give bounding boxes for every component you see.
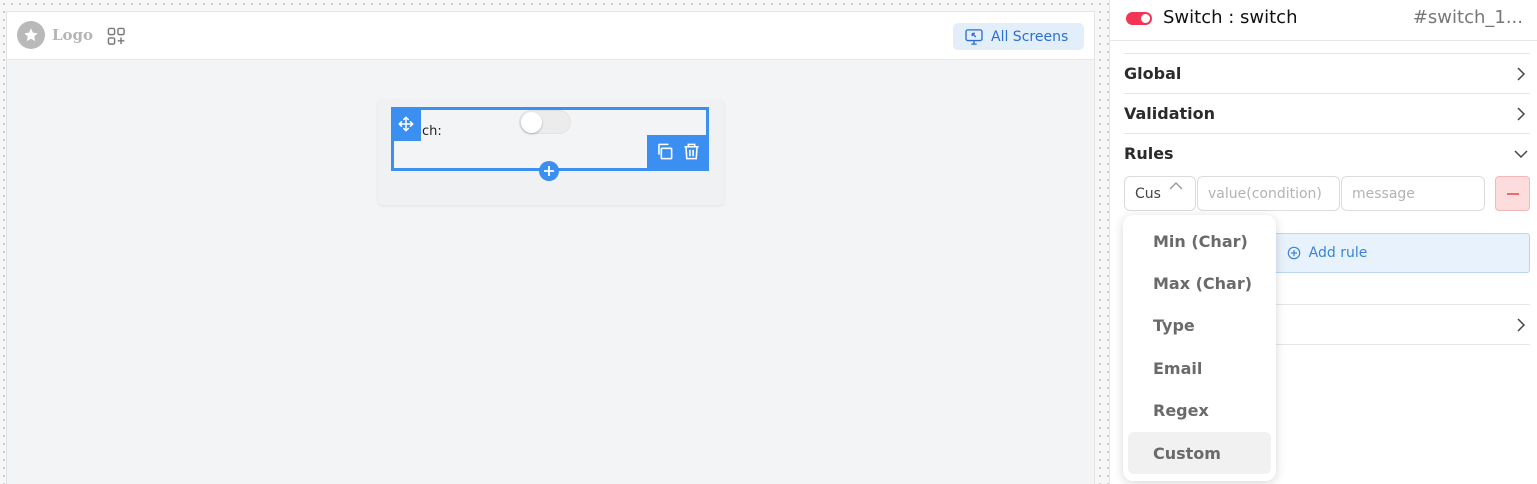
monitor-icon [965,28,983,45]
all-screens-button[interactable]: All Screens [953,23,1084,50]
section-validation-title: Validation [1124,104,1216,123]
chevron-right-icon [1517,317,1526,332]
rule-message-input[interactable] [1341,176,1485,211]
dropdown-option-custom[interactable]: Custom [1128,431,1271,475]
panel-header: Switch : switch #switch_1... [1110,0,1537,41]
dropdown-option-min-char[interactable]: Min (Char) [1128,220,1271,262]
rule-type-dropdown: Min (Char) Max (Char) Type Email Regex C… [1123,215,1276,481]
dropdown-option-max-char[interactable]: Max (Char) [1128,262,1271,304]
dropdown-option-regex[interactable]: Regex [1128,390,1271,432]
chevron-right-icon [1517,106,1526,121]
star-icon [17,21,45,49]
add-component-button[interactable] [539,161,559,181]
plus-icon [544,166,554,176]
selected-component[interactable]: ch: [391,107,709,181]
component-title: Switch : switch [1163,7,1298,28]
add-apps-icon[interactable] [107,27,126,46]
preview-topbar: Logo All Screens [7,12,1094,60]
chevron-up-icon [1169,182,1183,190]
minus-icon [1506,192,1519,195]
rule-type-select[interactable]: Cus [1124,176,1196,211]
dropdown-option-type[interactable]: Type [1128,305,1271,347]
logo: Logo [17,21,93,49]
switch-type-icon [1126,12,1152,25]
copy-icon[interactable] [655,142,674,165]
switch-field-label: ch: [422,124,442,139]
section-rules[interactable]: Rules [1124,133,1530,173]
component-actions [647,135,709,171]
rule-row: Cus [1124,176,1530,211]
component-id: #switch_1... [1412,7,1523,28]
move-icon[interactable] [391,107,421,141]
chevron-down-icon [1514,149,1528,158]
trash-icon[interactable] [682,142,701,165]
section-rules-title: Rules [1124,144,1174,163]
rule-type-value: Cus [1135,185,1161,202]
add-rule-label: Add rule [1308,245,1368,261]
preview-canvas: Logo All Screens ch: [6,11,1095,484]
form-card: ch: [378,99,724,205]
switch-toggle[interactable] [519,110,571,134]
logo-text: Logo [52,26,94,44]
chevron-right-icon [1517,66,1526,81]
section-global-title: Global [1124,64,1182,83]
all-screens-label: All Screens [991,28,1069,45]
rule-value-input[interactable] [1197,176,1340,211]
remove-rule-button[interactable] [1495,176,1530,211]
dropdown-option-email[interactable]: Email [1128,347,1271,389]
section-global[interactable]: Global [1124,53,1530,93]
section-validation[interactable]: Validation [1124,93,1530,133]
plus-circle-icon [1287,246,1300,260]
switch-knob [521,112,542,133]
